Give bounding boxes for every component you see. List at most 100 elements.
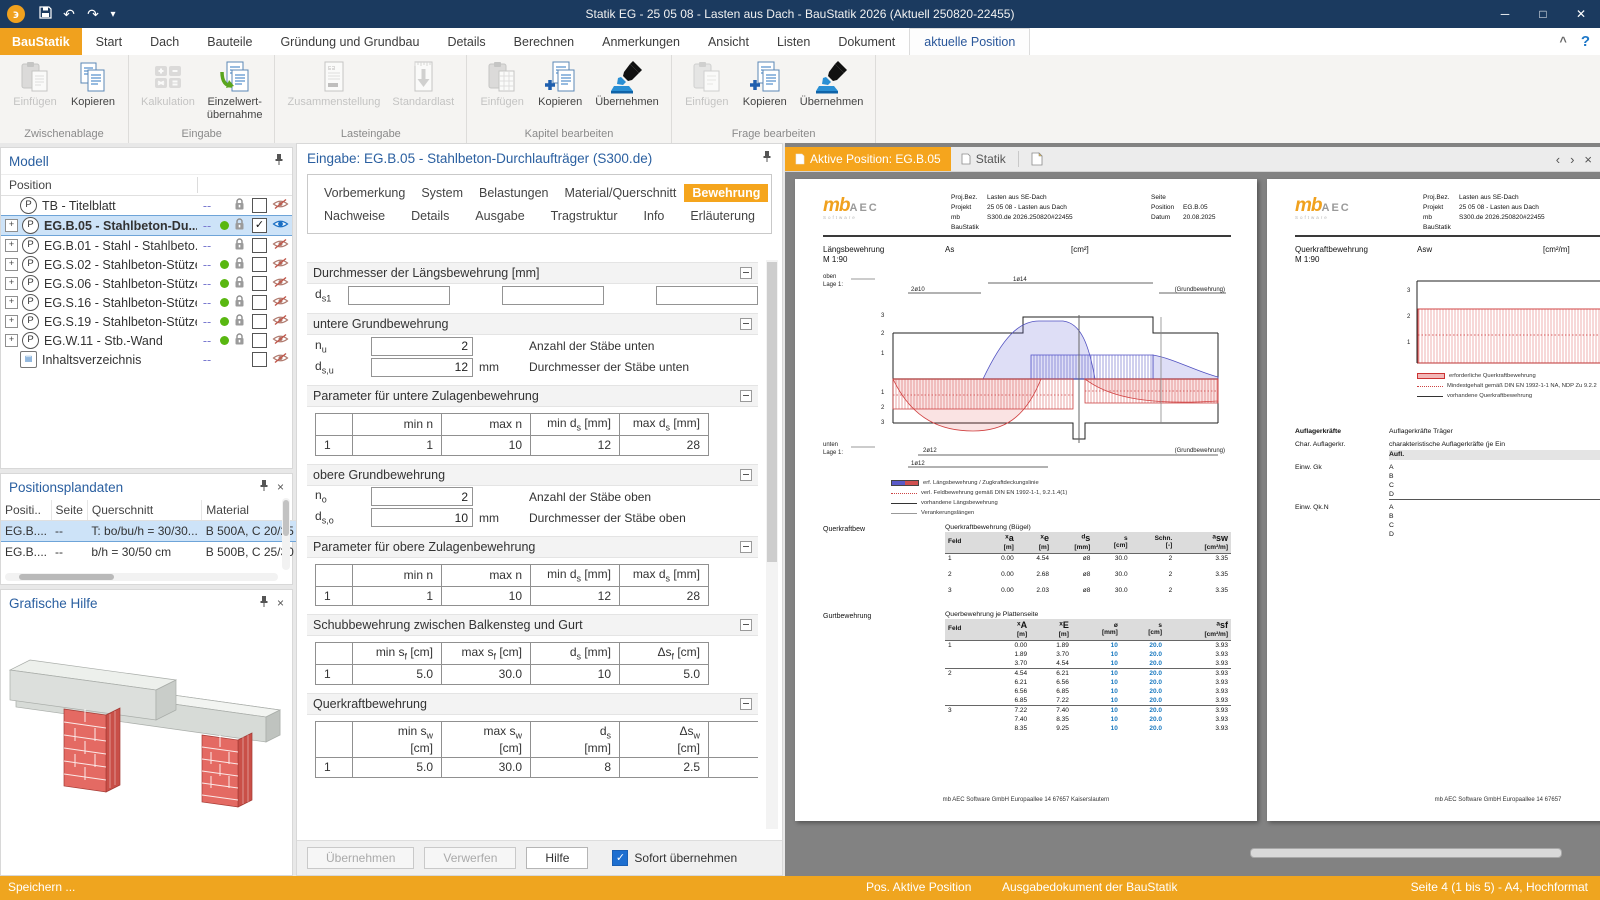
chevron-left-icon[interactable]: ‹ bbox=[1556, 152, 1560, 167]
selection-checkbox[interactable] bbox=[252, 198, 267, 213]
table-cell[interactable]: 1 bbox=[353, 436, 442, 455]
quick-access-caret-icon[interactable]: ▾ bbox=[105, 9, 121, 20]
visibility-off-icon[interactable] bbox=[271, 276, 290, 291]
table-cell[interactable]: 12 bbox=[531, 586, 620, 605]
table-cell[interactable]: 1 bbox=[316, 586, 353, 605]
editor-tab-system[interactable]: System bbox=[413, 184, 471, 202]
visibility-off-icon[interactable] bbox=[271, 352, 290, 367]
visibility-off-icon[interactable] bbox=[271, 314, 290, 329]
tree-item-eg-w-11[interactable]: +PEG.W.11 - Stb.-Wand-- bbox=[1, 331, 292, 350]
section-header[interactable]: obere Grundbewehrung bbox=[307, 464, 758, 486]
visibility-off-icon[interactable] bbox=[271, 238, 290, 253]
editor-tab-info[interactable]: Info bbox=[636, 207, 673, 225]
ribbon-tab-ansicht[interactable]: Ansicht bbox=[694, 28, 763, 55]
section-header[interactable]: untere Grundbewehrung bbox=[307, 313, 758, 335]
column-header[interactable]: Querschnitt bbox=[87, 500, 201, 521]
table-cell[interactable]: 5.0 bbox=[353, 665, 442, 684]
ribbon-tab-details[interactable]: Details bbox=[433, 28, 499, 55]
pin-icon[interactable] bbox=[274, 153, 284, 169]
section-header[interactable]: Durchmesser der Längsbewehrung [mm] bbox=[307, 262, 758, 284]
table-row[interactable]: EG.B....--b/h = 30/50 cmB 500B, C 25/30 bbox=[1, 542, 298, 563]
auto-apply-checkbox[interactable]: ✓ bbox=[612, 850, 628, 866]
table-cell[interactable]: 1 bbox=[316, 436, 353, 455]
table-cell[interactable]: -- bbox=[51, 521, 87, 542]
new-document-icon[interactable] bbox=[1021, 147, 1053, 171]
visibility-off-icon[interactable] bbox=[271, 198, 290, 213]
editor-tab-material-querschnitt[interactable]: Material/Querschnitt bbox=[557, 184, 685, 202]
tree-item-eg-s-02[interactable]: +PEG.S.02 - Stahlbeton-Stütze-- bbox=[1, 255, 292, 274]
editor-tab-vorbemerkung[interactable]: Vorbemerkung bbox=[316, 184, 413, 202]
table-cell[interactable]: 12 bbox=[531, 436, 620, 455]
expand-icon[interactable]: + bbox=[5, 219, 18, 232]
selection-checkbox[interactable] bbox=[252, 352, 267, 367]
save-button[interactable] bbox=[33, 6, 57, 22]
selection-checkbox[interactable] bbox=[252, 295, 267, 310]
selection-checkbox[interactable] bbox=[252, 314, 267, 329]
column-header[interactable]: Positi.. bbox=[1, 500, 51, 521]
close-panel-icon[interactable]: × bbox=[277, 596, 284, 610]
editor-tab-ausgabe[interactable]: Ausgabe bbox=[467, 207, 532, 225]
ribbon-tab-listen[interactable]: Listen bbox=[763, 28, 824, 55]
ribbon-button-einzelwert-übernahme[interactable]: Einzelwert- übernahme bbox=[201, 57, 269, 127]
table-cell[interactable]: EG.B.... bbox=[1, 521, 51, 542]
visibility-off-icon[interactable] bbox=[271, 257, 290, 272]
close-panel-icon[interactable]: × bbox=[277, 480, 284, 494]
ribbon-tab-start[interactable]: Start bbox=[82, 28, 136, 55]
selection-checkbox[interactable] bbox=[252, 238, 267, 253]
table-row[interactable]: EG.B....--T: bo/bu/h = 30/30...B 500A, C… bbox=[1, 521, 298, 542]
dsu-input[interactable] bbox=[371, 358, 473, 377]
table-cell[interactable]: 1 bbox=[353, 586, 442, 605]
minimize-button[interactable]: ─ bbox=[1486, 0, 1524, 28]
editor-tab-nachweise[interactable]: Nachweise bbox=[316, 207, 393, 225]
tree-item-eg-b-01[interactable]: +PEG.B.01 - Stahl - Stahlbeto...-- bbox=[1, 236, 292, 255]
viewer-tab-statik[interactable]: Statik bbox=[951, 147, 1016, 171]
close-viewer-icon[interactable]: × bbox=[1584, 152, 1592, 167]
ribbon-tab-dokument[interactable]: Dokument bbox=[824, 28, 909, 55]
ribbon-tab-aktuelle-position[interactable]: aktuelle Position bbox=[909, 28, 1030, 55]
ribbon-tab-dach[interactable]: Dach bbox=[136, 28, 193, 55]
tree-item-inhaltsverzeichnis[interactable]: ▤Inhaltsverzeichnis-- bbox=[1, 350, 292, 369]
chevron-right-icon[interactable]: › bbox=[1570, 152, 1574, 167]
collapse-section-icon[interactable] bbox=[740, 698, 752, 710]
collapse-section-icon[interactable] bbox=[740, 469, 752, 481]
horizontal-scrollbar[interactable] bbox=[5, 573, 278, 581]
collapse-ribbon-icon[interactable]: ^ bbox=[1560, 35, 1567, 49]
vertical-scrollbar[interactable] bbox=[766, 260, 778, 829]
visibility-off-icon[interactable] bbox=[271, 333, 290, 348]
table-cell[interactable]: 10 bbox=[442, 586, 531, 605]
ribbon-tab-bauteile[interactable]: Bauteile bbox=[193, 28, 266, 55]
ribbon-button-übernehmen[interactable]: Übernehmen bbox=[794, 57, 870, 127]
tree-item-tb[interactable]: PTB - Titelblatt-- bbox=[1, 196, 292, 215]
ribbon-button-kopieren[interactable]: Kopieren bbox=[64, 57, 122, 127]
collapse-section-icon[interactable] bbox=[740, 318, 752, 330]
help-button[interactable]: Hilfe bbox=[526, 847, 588, 869]
pin-icon[interactable] bbox=[762, 152, 772, 166]
viewer-horizontal-scrollbar[interactable] bbox=[789, 848, 1592, 858]
editor-tab-erläuterung[interactable]: Erläuterung bbox=[682, 207, 763, 225]
selection-checkbox[interactable] bbox=[252, 276, 267, 291]
help-icon[interactable]: ? bbox=[1581, 33, 1590, 50]
position-column-header[interactable]: Position bbox=[1, 174, 292, 196]
tree-item-eg-b-05[interactable]: +PEG.B.05 - Stahlbeton-Du...--✓ bbox=[1, 215, 292, 236]
table-cell[interactable]: b/h = 30/50 cm bbox=[87, 542, 201, 563]
no-input[interactable] bbox=[371, 487, 473, 506]
visibility-on-icon[interactable] bbox=[271, 218, 290, 233]
table-cell[interactable]: 30.0 bbox=[442, 665, 531, 684]
ds1-input-2[interactable] bbox=[502, 286, 604, 305]
collapse-section-icon[interactable] bbox=[740, 390, 752, 402]
tree-item-eg-s-16[interactable]: +PEG.S.16 - Stahlbeton-Stütze-- bbox=[1, 293, 292, 312]
table-cell[interactable]: 2.5 bbox=[620, 758, 709, 777]
table-cell[interactable]: 5.0 bbox=[353, 758, 442, 777]
maximize-button[interactable]: □ bbox=[1524, 0, 1562, 28]
visibility-off-icon[interactable] bbox=[271, 295, 290, 310]
collapse-section-icon[interactable] bbox=[740, 619, 752, 631]
ds1-input-1[interactable] bbox=[348, 286, 450, 305]
pin-icon[interactable] bbox=[259, 595, 269, 611]
undo-button[interactable]: ↶ bbox=[57, 6, 81, 23]
table-cell[interactable]: -- bbox=[51, 542, 87, 563]
table-cell[interactable]: 30.0 bbox=[442, 758, 531, 777]
close-button[interactable]: ✕ bbox=[1562, 0, 1600, 28]
tree-item-eg-s-06[interactable]: +PEG.S.06 - Stahlbeton-Stütze-- bbox=[1, 274, 292, 293]
expand-icon[interactable]: + bbox=[5, 315, 18, 328]
table-cell[interactable]: 8 bbox=[531, 758, 620, 777]
